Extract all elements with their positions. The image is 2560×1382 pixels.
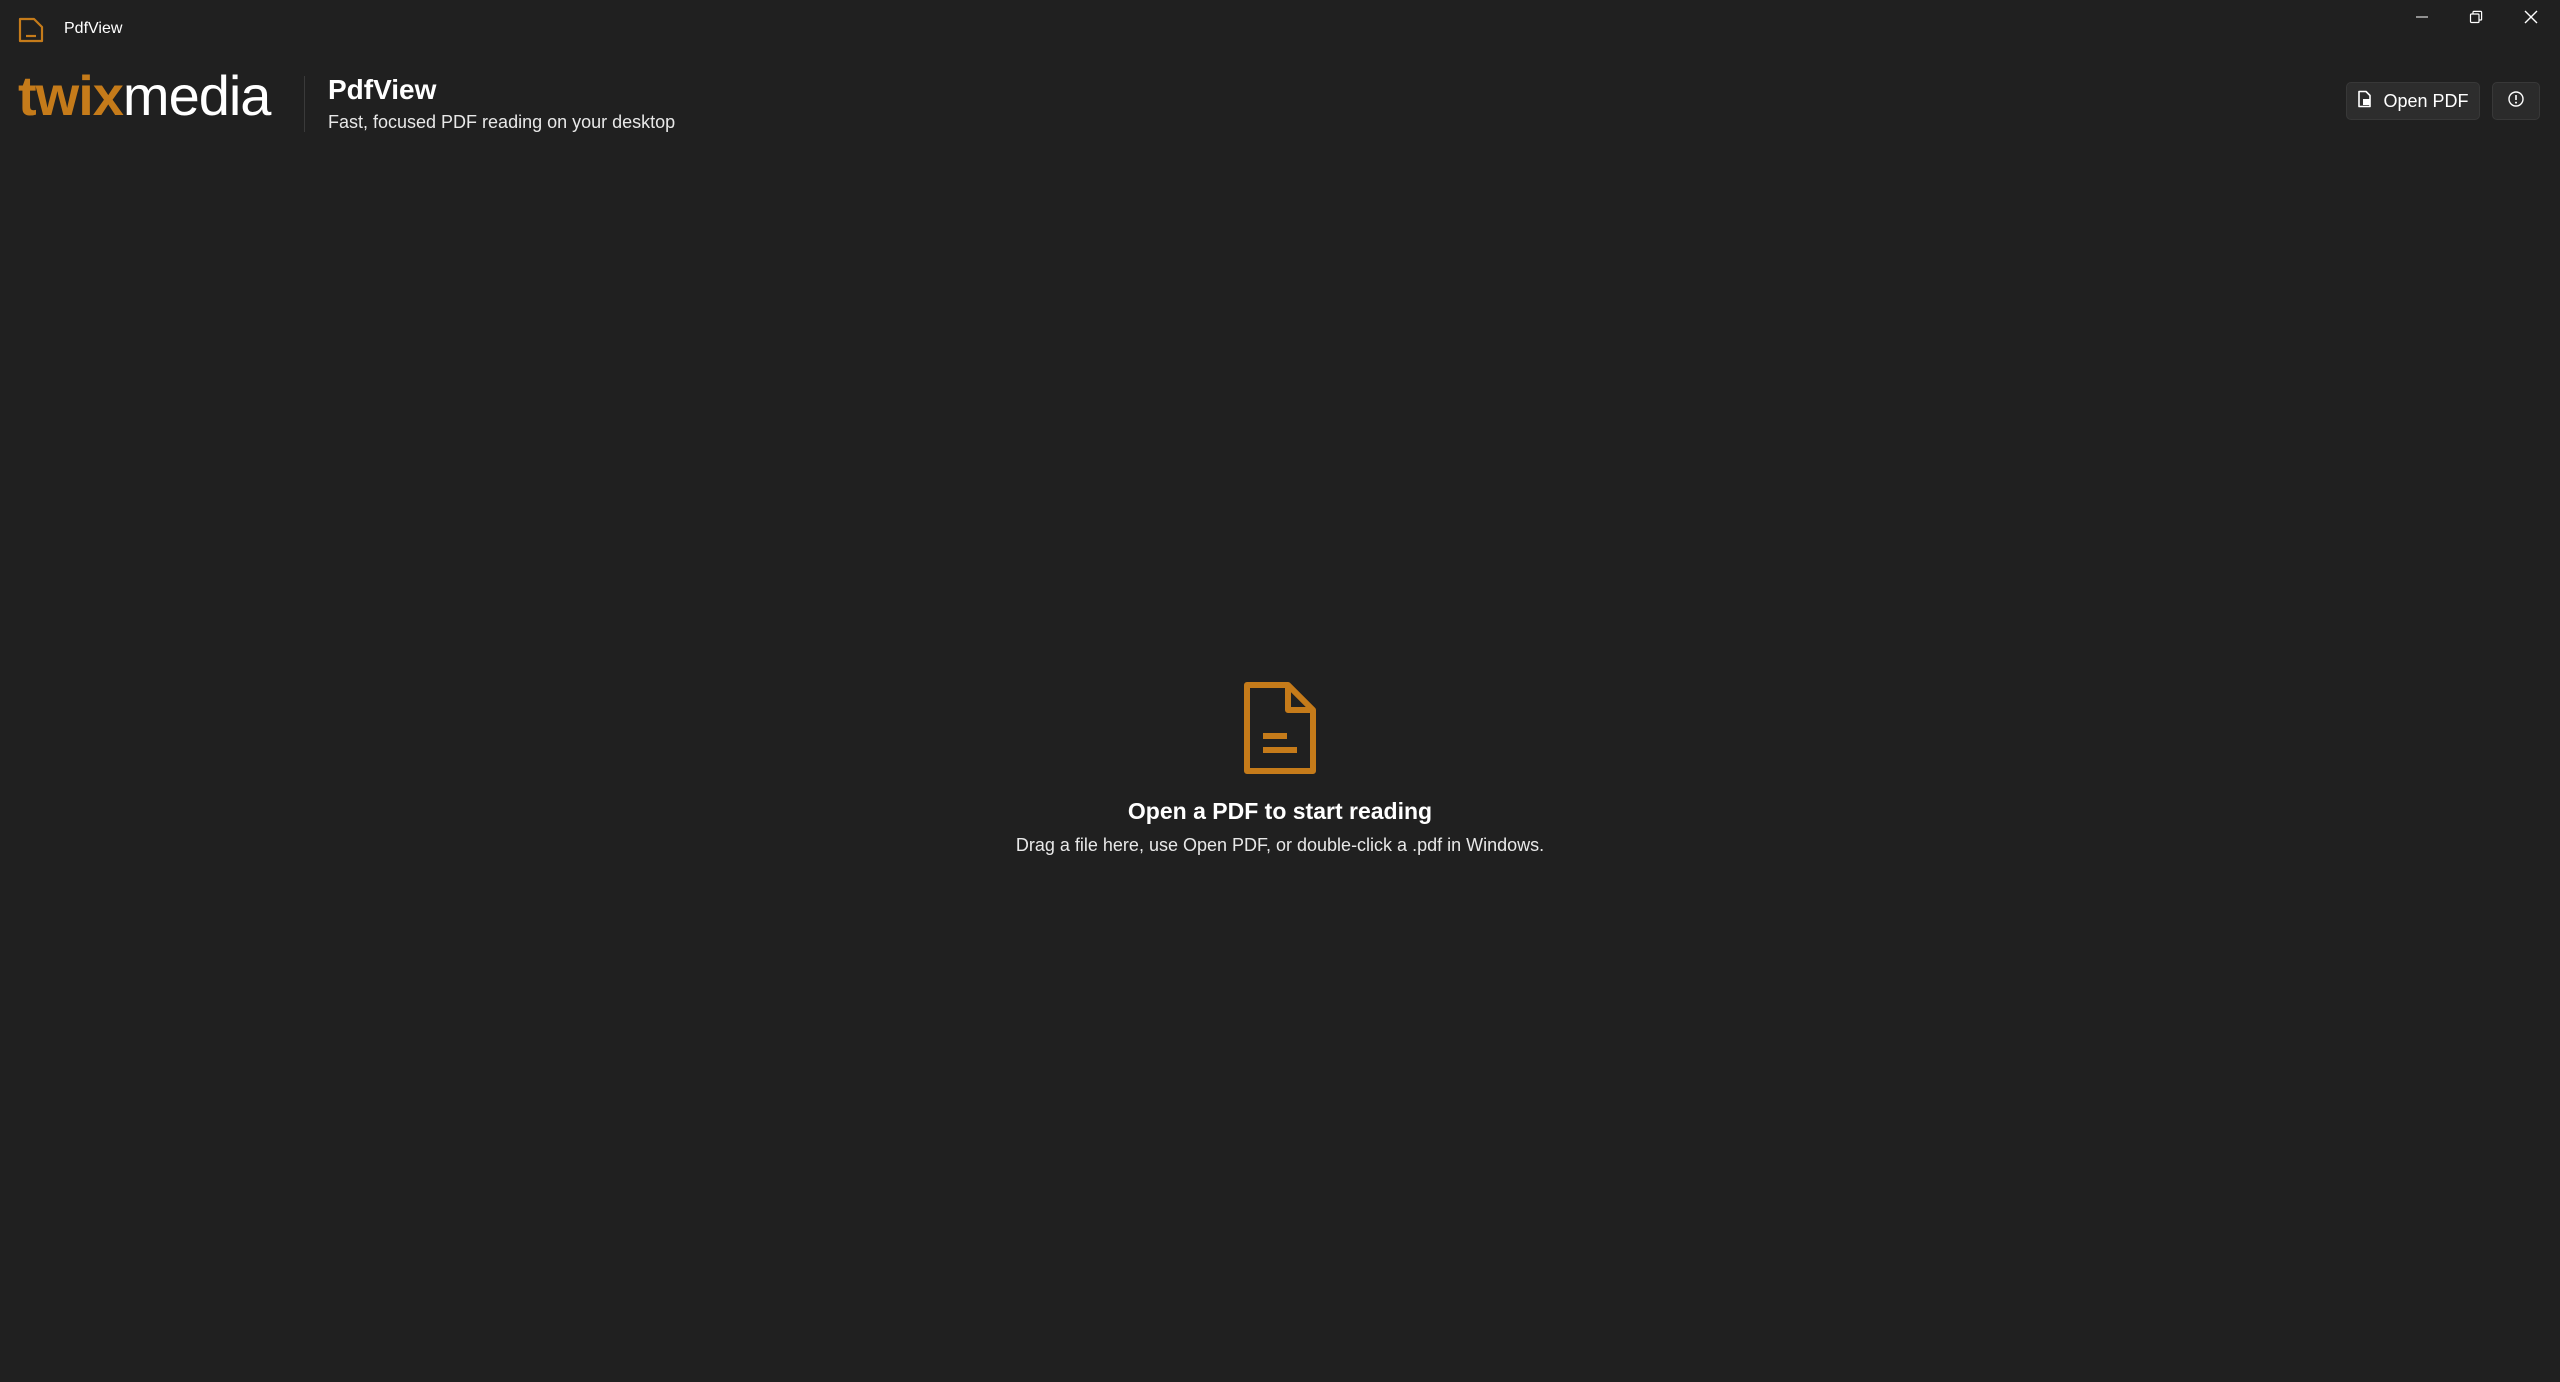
close-button[interactable]	[2504, 0, 2558, 38]
minimize-button[interactable]	[2395, 0, 2449, 38]
empty-state-hint: Drag a file here, use Open PDF, or doubl…	[1015, 835, 1545, 855]
info-button[interactable]	[2492, 82, 2540, 120]
open-pdf-button[interactable]: Open PDF	[2346, 82, 2480, 120]
title-bar[interactable]: PdfView	[0, 0, 2560, 58]
app-header: twixmedia PdfView Fast, focused PDF read…	[0, 58, 2560, 148]
window-title: PdfView	[64, 20, 123, 37]
logo-twix: twix	[18, 64, 124, 127]
twixmedia-logo: twixmedia	[18, 68, 271, 124]
restore-button[interactable]	[2449, 0, 2503, 38]
header-divider	[304, 76, 305, 132]
pdf-file-icon	[18, 17, 46, 43]
open-file-icon	[2357, 90, 2373, 113]
info-icon	[2507, 90, 2525, 113]
open-pdf-label: Open PDF	[2383, 90, 2469, 111]
app-tagline: Fast, focused PDF reading on your deskto…	[328, 112, 676, 132]
empty-state-heading: Open a PDF to start reading	[1127, 798, 1433, 824]
minimize-icon	[2415, 10, 2429, 29]
close-icon	[2523, 9, 2539, 30]
app-name: PdfView	[328, 74, 437, 105]
logo-media: media	[122, 64, 272, 127]
restore-icon	[2469, 10, 2483, 29]
app-window: PdfView twixmedia PdfView Fast, focused …	[0, 0, 2560, 1382]
document-icon	[1242, 680, 1318, 776]
empty-state: Open a PDF to start reading Drag a file …	[0, 680, 2560, 856]
